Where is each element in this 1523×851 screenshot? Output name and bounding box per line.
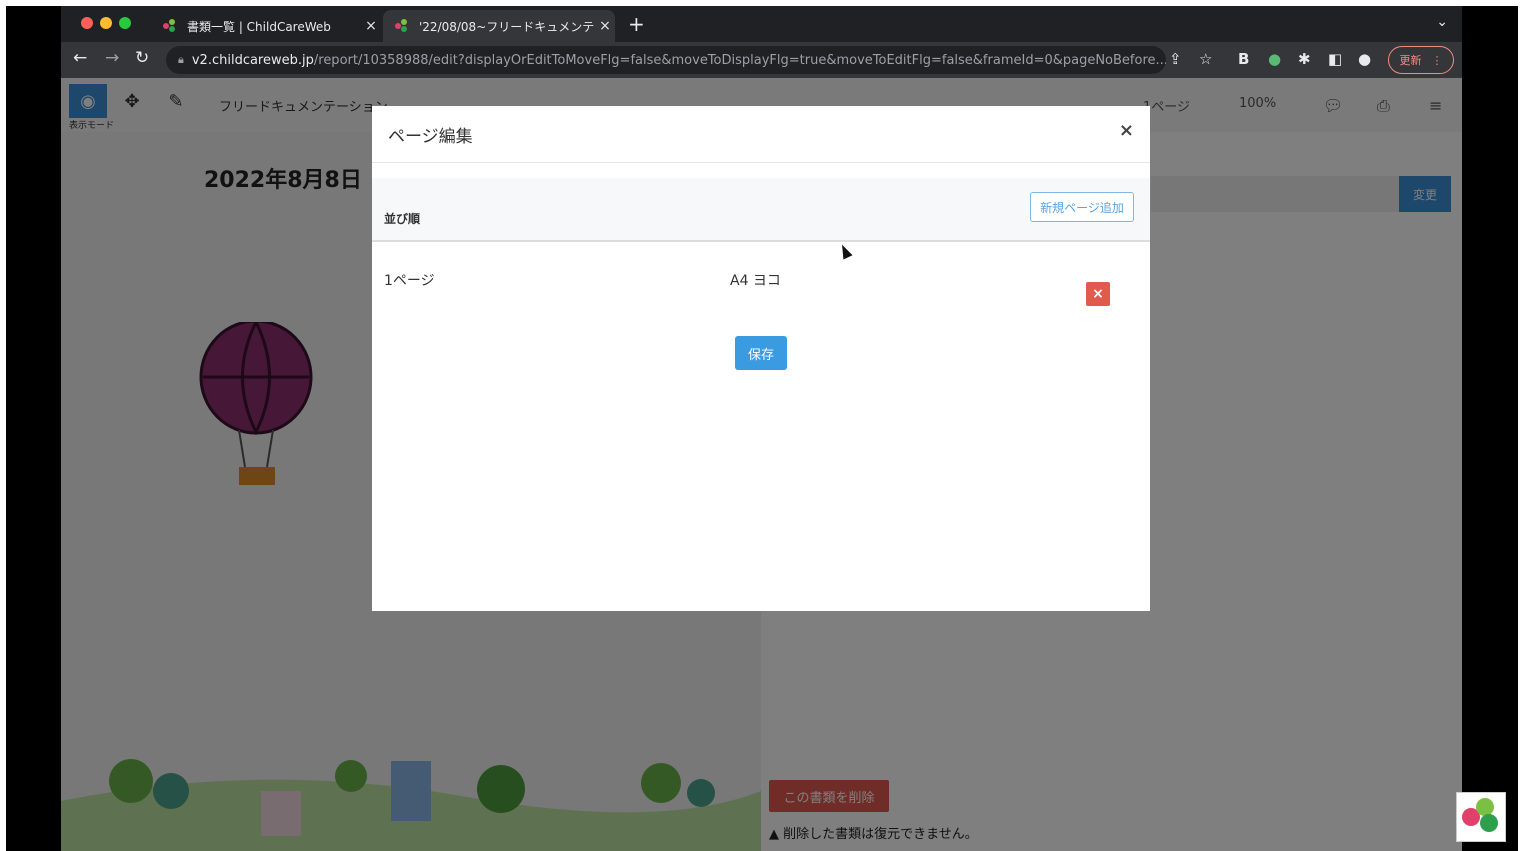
browser-toolbar: ← → ↻ 🔒︎ v2.childcareweb.jp/report/10358… [61,42,1462,78]
update-button[interactable]: 更新 ⋮ [1388,46,1454,74]
tab-title: '22/08/08~フリードキュメンテ [419,19,595,34]
tab-strip: 書類一覧 | ChildCareWeb × '22/08/08~フリードキュメン… [61,6,1462,42]
clover-favicon-icon [395,19,409,33]
page-edit-modal: ページ編集 × 並び順 新規ページ追加 1ページ A4 ヨコ × 保存 [372,106,1150,611]
extension-green-icon[interactable]: ● [1268,50,1281,68]
tab-document-edit[interactable]: '22/08/08~フリードキュメンテ × [383,10,615,42]
new-tab-button[interactable]: + [628,12,645,36]
browser-window: 書類一覧 | ChildCareWeb × '22/08/08~フリードキュメン… [61,6,1462,851]
delete-page-button[interactable]: × [1086,282,1110,306]
reload-icon[interactable]: ↻ [135,48,149,68]
profile-icon[interactable]: ● [1358,50,1371,68]
side-panel-icon[interactable]: ◧ [1328,50,1342,68]
clover-favicon-icon [163,19,177,33]
hatena-bookmark-extension-icon[interactable]: B [1238,50,1249,68]
back-icon[interactable]: ← [73,48,87,68]
minimize-window-button[interactable] [100,17,112,29]
app-page: ◉ ✥ ✎ 表示モード フリードキュメンテーション 1ページ 100% 💬︎ ⎙… [61,78,1462,851]
tab-close-icon[interactable]: × [361,18,381,34]
tab-documents-list[interactable]: 書類一覧 | ChildCareWeb × [151,10,381,42]
add-page-button[interactable]: 新規ページ追加 [1030,192,1134,222]
save-button[interactable]: 保存 [735,336,787,370]
update-label: 更新 [1399,54,1422,67]
close-window-button[interactable] [81,17,93,29]
url-path: /report/10358988/edit?displayOrEditToMov… [313,52,1166,68]
maximize-window-button[interactable] [119,17,131,29]
share-icon[interactable]: ⇪ [1169,50,1182,68]
tab-close-icon[interactable]: × [595,18,615,34]
sort-order-header: 並び順 [384,212,421,226]
extensions-puzzle-icon[interactable]: ✱ [1298,50,1311,68]
url-host: v2.childcareweb.jp [191,52,314,68]
modal-header: ページ編集 × [372,106,1150,163]
clover-logo-icon [1456,792,1506,842]
lock-icon: 🔒︎ [178,53,184,66]
modal-close-icon[interactable]: × [1119,120,1134,141]
address-bar[interactable]: 🔒︎ v2.childcareweb.jp/report/10358988/ed… [166,46,1166,74]
tab-search-icon[interactable]: ⌄ [1436,14,1448,30]
forward-icon[interactable]: → [105,48,119,68]
kebab-menu-icon: ⋮ [1431,53,1443,67]
bookmark-star-icon[interactable]: ☆ [1199,50,1212,68]
modal-title: ページ編集 [388,127,473,147]
page-row-size: A4 ヨコ [730,273,781,289]
page-list-header: 並び順 新規ページ追加 [372,178,1150,242]
page-row-name[interactable]: 1ページ [384,270,435,290]
tab-title: 書類一覧 | ChildCareWeb [187,19,331,34]
